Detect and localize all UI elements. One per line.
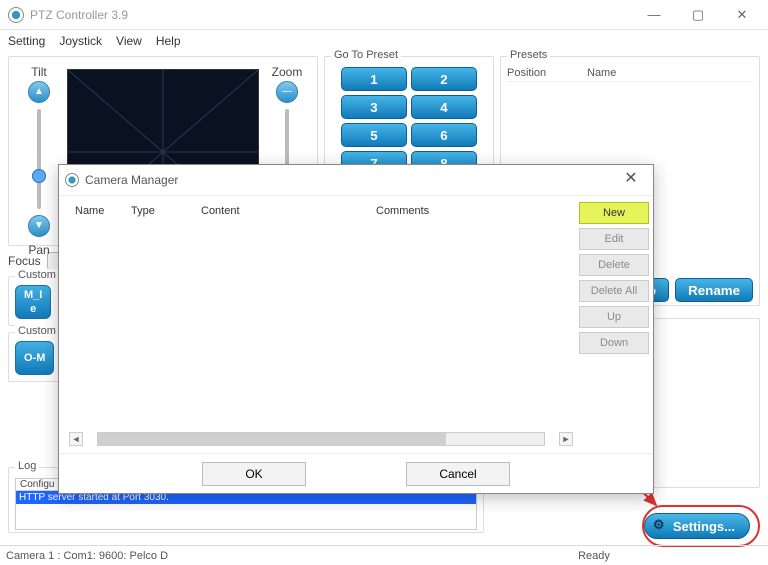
menu-joystick[interactable]: Joystick	[59, 34, 102, 48]
custom-btn-mi[interactable]: M_I e	[15, 285, 51, 319]
scroll-right-icon[interactable]: ►	[559, 432, 573, 446]
dialog-icon	[65, 173, 79, 187]
camera-manager-dialog: Camera Manager ✕ Name Type Content Comme…	[58, 164, 654, 494]
preset-3[interactable]: 3	[341, 95, 407, 119]
delete-all-button[interactable]: Delete All	[579, 280, 649, 302]
camera-table-body[interactable]	[69, 220, 573, 431]
tilt-label: Tilt	[15, 65, 63, 79]
settings-button[interactable]: Settings...	[644, 513, 750, 539]
minimize-button[interactable]: —	[632, 1, 676, 29]
close-button[interactable]: ✕	[720, 1, 764, 29]
title-bar: PTZ Controller 3.9 — ▢ ✕	[0, 0, 768, 30]
preset-6[interactable]: 6	[411, 123, 477, 147]
maximize-button[interactable]: ▢	[676, 1, 720, 29]
col-content[interactable]: Content	[195, 202, 370, 220]
menu-view[interactable]: View	[116, 34, 142, 48]
log-config-label: Configu	[15, 478, 59, 491]
dialog-close-button[interactable]: ✕	[615, 168, 647, 192]
horizontal-scrollbar[interactable]: ◄ ►	[69, 431, 573, 447]
window-title: PTZ Controller 3.9	[30, 8, 128, 22]
status-bar: Camera 1 : Com1: 9600: Pelco D Ready	[0, 545, 768, 565]
zoom-label: Zoom	[263, 65, 311, 79]
preset-1[interactable]: 1	[341, 67, 407, 91]
menu-help[interactable]: Help	[156, 34, 181, 48]
preset-2[interactable]: 2	[411, 67, 477, 91]
camera-table-header: Name Type Content Comments	[69, 202, 573, 220]
scroll-track[interactable]	[97, 432, 545, 446]
scroll-thumb[interactable]	[98, 433, 446, 445]
col-comments[interactable]: Comments	[370, 202, 573, 220]
preset-4[interactable]: 4	[411, 95, 477, 119]
new-button[interactable]: New	[579, 202, 649, 224]
dialog-title: Camera Manager	[85, 173, 178, 187]
col-type[interactable]: Type	[125, 202, 195, 220]
delete-button[interactable]: Delete	[579, 254, 649, 276]
up-button[interactable]: Up	[579, 306, 649, 328]
presets-col-position[interactable]: Position	[507, 67, 587, 79]
col-name[interactable]: Name	[69, 202, 125, 220]
scroll-left-icon[interactable]: ◄	[69, 432, 83, 446]
tilt-up-button[interactable]: ▲	[28, 81, 50, 103]
presets-col-name[interactable]: Name	[587, 67, 753, 79]
edit-button[interactable]: Edit	[579, 228, 649, 250]
app-icon	[8, 7, 24, 23]
tilt-down-button[interactable]: ▼	[28, 215, 50, 237]
status-left: Camera 1 : Com1: 9600: Pelco D	[0, 550, 420, 562]
down-button[interactable]: Down	[579, 332, 649, 354]
preset-5[interactable]: 5	[341, 123, 407, 147]
tilt-slider[interactable]	[37, 109, 41, 209]
pan-label: Pan	[15, 243, 63, 257]
preset-rename-button[interactable]: Rename	[675, 278, 753, 302]
custom-btn-om[interactable]: O-M	[15, 341, 54, 375]
ok-button[interactable]: OK	[202, 462, 306, 486]
cancel-button[interactable]: Cancel	[406, 462, 510, 486]
zoom-in-button[interactable]: —	[276, 81, 298, 103]
menu-setting[interactable]: Setting	[8, 34, 45, 48]
status-mid: Ready	[420, 550, 768, 562]
